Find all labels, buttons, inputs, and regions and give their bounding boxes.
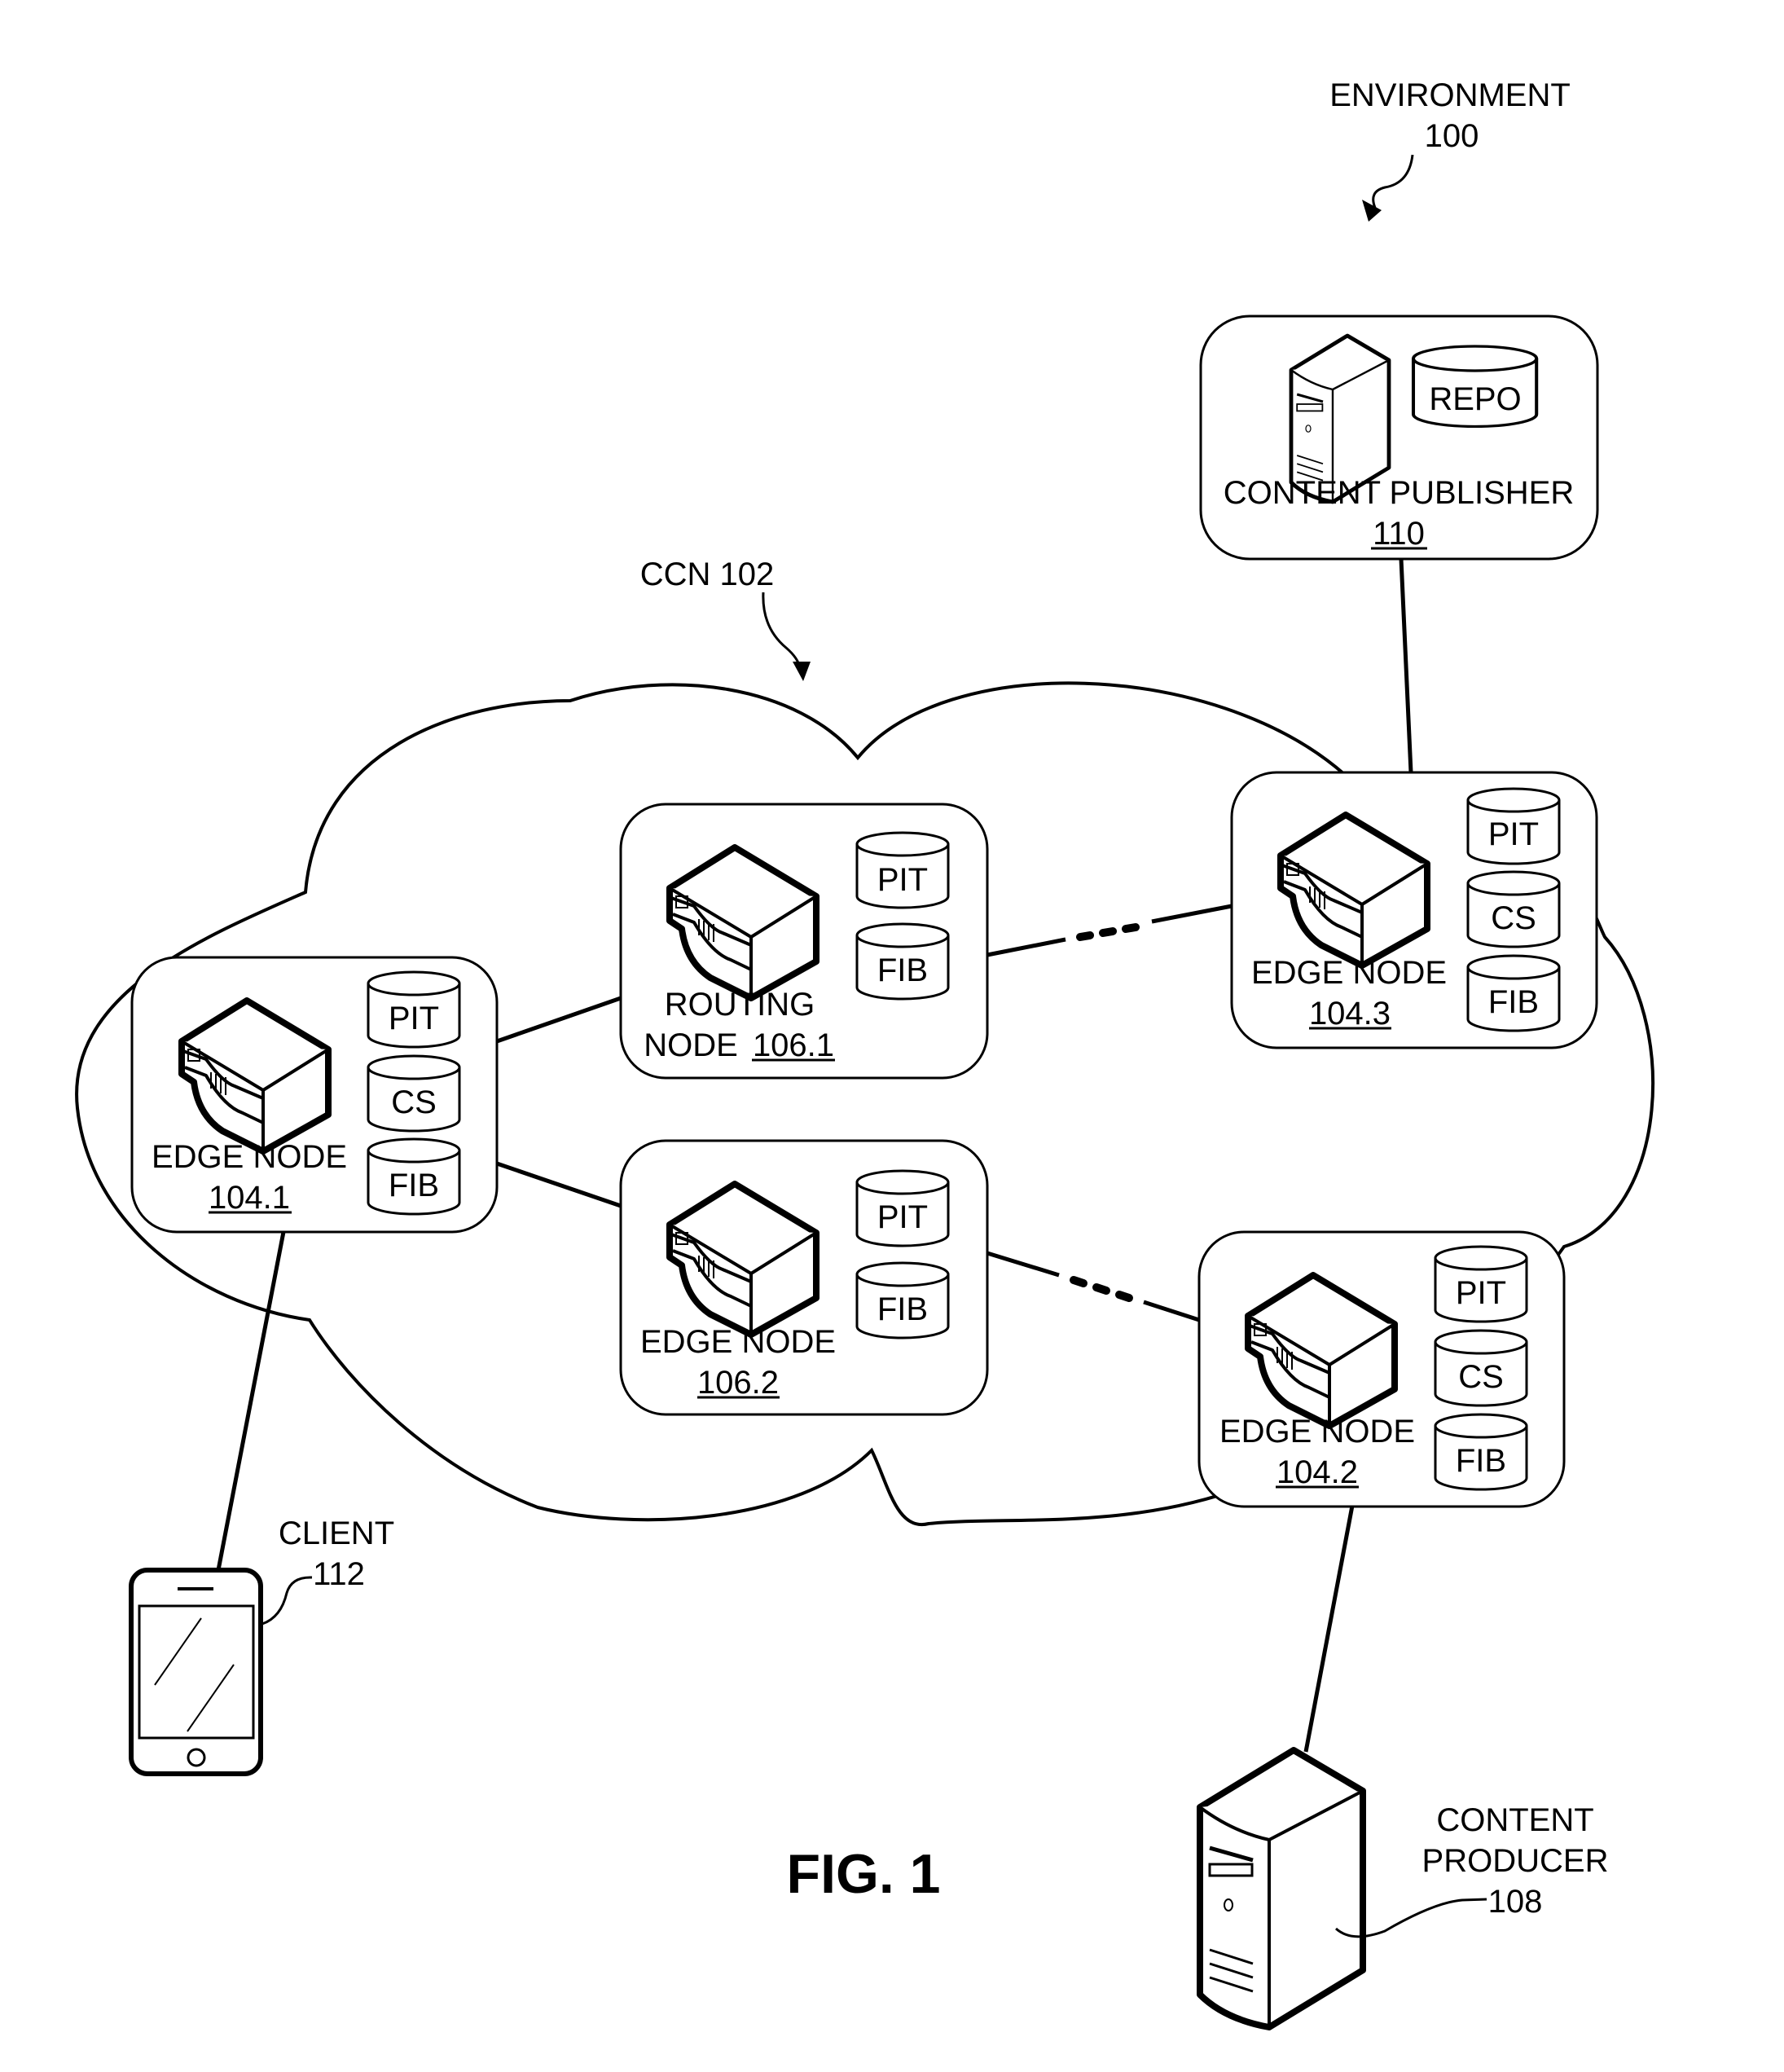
cs-table-label: CS	[1491, 900, 1536, 936]
environment-arrow	[1372, 154, 1414, 209]
fib-table-label: FIB	[389, 1168, 439, 1203]
node-label-line2: NODE	[644, 1027, 738, 1063]
fib-table-label: FIB	[1488, 984, 1539, 1020]
environment-arrowhead	[1362, 200, 1382, 222]
content-publisher-ref: 110	[1373, 516, 1425, 552]
routing-node-106-1[interactable]: PIT FIB ROUTING NODE 106.1	[619, 803, 989, 1080]
client-label: CLIENT	[279, 1516, 394, 1551]
ccn-environment-diagram: ENVIRONMENT 100 CCN 102 REPO CONTENT PUB…	[75, 77, 1655, 2072]
content-producer-label-line2: PRODUCER	[1422, 1843, 1609, 1879]
content-producer-ref: 108	[1488, 1884, 1543, 1920]
node-ref: 106.1	[753, 1027, 834, 1063]
ccn-arrow	[762, 592, 802, 669]
content-publisher-label: CONTENT PUBLISHER	[1224, 475, 1574, 511]
edge-node-104-3[interactable]: PIT CS FIB EDGE NODE 104.3	[1230, 771, 1598, 1049]
cs-table-label: CS	[391, 1084, 437, 1120]
fib-table-label: FIB	[1456, 1443, 1506, 1479]
link-publisher-edge-104-3	[1399, 558, 1413, 773]
node-ref: 104.3	[1309, 996, 1391, 1032]
client-ref: 112	[313, 1556, 365, 1592]
pit-table-label: PIT	[1456, 1275, 1506, 1311]
content-producer[interactable]: CONTENT PRODUCER 108	[1200, 1750, 1608, 2027]
edge-node-106-2[interactable]: PIT FIB EDGE NODE 106.2	[619, 1139, 989, 1416]
fib-table-label: FIB	[877, 952, 928, 988]
pit-table-label: PIT	[877, 1199, 928, 1235]
environment-ref: 100	[1425, 118, 1479, 154]
pit-table-label: PIT	[877, 862, 928, 898]
edge-node-104-1[interactable]: PIT CS FIB EDGE NODE 104.1	[130, 956, 499, 1234]
node-label: ROUTING	[665, 987, 815, 1023]
ccn-label: CCN 102	[640, 556, 775, 592]
node-ref: 104.1	[209, 1180, 290, 1216]
figure-title: FIG. 1	[787, 1843, 941, 1905]
pit-table-label: PIT	[1488, 816, 1539, 852]
server-icon	[1200, 1750, 1363, 2027]
link-edge-104-2-producer	[1303, 1505, 1355, 1753]
client-leader-line	[261, 1576, 313, 1625]
node-label: EDGE NODE	[640, 1324, 836, 1360]
fib-table-label: FIB	[877, 1291, 928, 1327]
node-label: EDGE NODE	[1219, 1414, 1415, 1450]
node-label: EDGE NODE	[1251, 955, 1447, 991]
node-ref: 106.2	[697, 1365, 779, 1401]
node-ref: 104.2	[1276, 1454, 1358, 1490]
content-publisher[interactable]: REPO CONTENT PUBLISHER 110	[1199, 315, 1599, 561]
edge-node-104-2[interactable]: PIT CS FIB EDGE NODE 104.2	[1197, 1230, 1566, 1508]
content-producer-label: CONTENT	[1436, 1802, 1593, 1838]
ccn-arrowhead	[793, 662, 811, 681]
cs-table-label: CS	[1458, 1359, 1504, 1395]
client-device[interactable]: CLIENT 112	[129, 1516, 394, 1776]
repo-label: REPO	[1429, 381, 1521, 417]
environment-label: ENVIRONMENT	[1329, 77, 1571, 113]
node-label: EDGE NODE	[152, 1139, 347, 1175]
pit-table-label: PIT	[389, 1001, 439, 1036]
